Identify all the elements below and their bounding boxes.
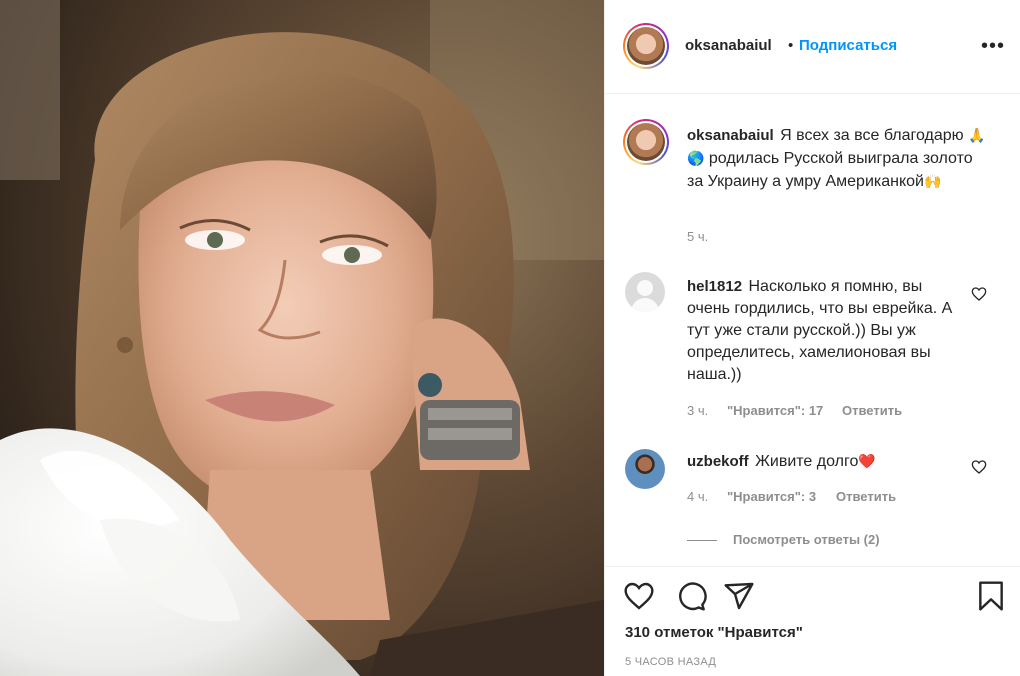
comment-username[interactable]: uzbekoff [687, 453, 749, 470]
comment-like-heart-icon[interactable] [971, 459, 987, 475]
comment-likes-count[interactable]: "Нравится": 17 [727, 403, 823, 418]
share-icon[interactable] [723, 580, 755, 612]
caption-time[interactable]: 5 ч. [687, 229, 708, 244]
bookmark-icon[interactable] [975, 580, 1007, 612]
author-username[interactable]: oksanabaiul [685, 37, 772, 54]
caption: oksanabaiul Я всех за все благодарю 🙏🌎 р… [687, 124, 987, 193]
comment-avatar-hel1812[interactable] [625, 272, 665, 312]
actions-divider [605, 566, 1020, 567]
portrait-image [0, 0, 604, 676]
caption-text-part1: Я всех за все благодарю [780, 127, 969, 144]
reply-label[interactable]: Ответить [836, 489, 896, 504]
comment-reply-button[interactable]: Ответить [842, 403, 902, 418]
comment-time[interactable]: 3 ч. [687, 403, 708, 418]
separator-dot: • [788, 37, 794, 54]
replies-divider-line [687, 540, 717, 542]
caption-username[interactable]: oksanabaiul [687, 127, 774, 144]
comment-icon[interactable] [675, 580, 707, 612]
comment-uzbekoff: uzbekoff Живите долго❤️ [687, 450, 957, 473]
comment-like-heart-icon[interactable] [971, 286, 987, 302]
view-replies-button[interactable]: Посмотреть ответы (2) [687, 532, 880, 547]
comment-likes-count[interactable]: "Нравится": 3 [727, 489, 816, 504]
comment-avatar-uzbekoff[interactable] [625, 449, 665, 489]
comment-hel1812: hel1812 Насколько я помню, вы очень горд… [687, 276, 957, 386]
heart-icon[interactable] [623, 580, 655, 612]
follow-button[interactable]: Подписаться [799, 37, 897, 54]
reply-label[interactable]: Ответить [842, 403, 902, 418]
likes-count[interactable]: 310 отметок "Нравится" [625, 624, 803, 641]
author-avatar[interactable] [623, 23, 669, 69]
raised-hands-emoji-icon: 🙌 [923, 173, 942, 189]
post-side-panel: oksanabaiul • Подписаться ••• oksanabaiu… [604, 0, 1020, 676]
comment-likes-label[interactable]: "Нравится": 3 [727, 489, 816, 504]
comment-time[interactable]: 4 ч. [687, 489, 708, 504]
more-horizontal-icon[interactable]: ••• [981, 36, 1005, 56]
comment-reply-button[interactable]: Ответить [836, 489, 896, 504]
comment-username[interactable]: hel1812 [687, 278, 742, 295]
post-photo[interactable] [0, 0, 604, 676]
caption-avatar[interactable] [623, 119, 669, 165]
comment-body: Живите долго [755, 453, 859, 470]
red-heart-emoji-icon: ❤️ [858, 453, 876, 469]
posted-time[interactable]: 5 ЧАСОВ НАЗАД [625, 656, 716, 668]
header-divider [605, 93, 1020, 94]
view-replies-label[interactable]: Посмотреть ответы (2) [733, 532, 880, 547]
comment-likes-label[interactable]: "Нравится": 17 [727, 403, 823, 418]
